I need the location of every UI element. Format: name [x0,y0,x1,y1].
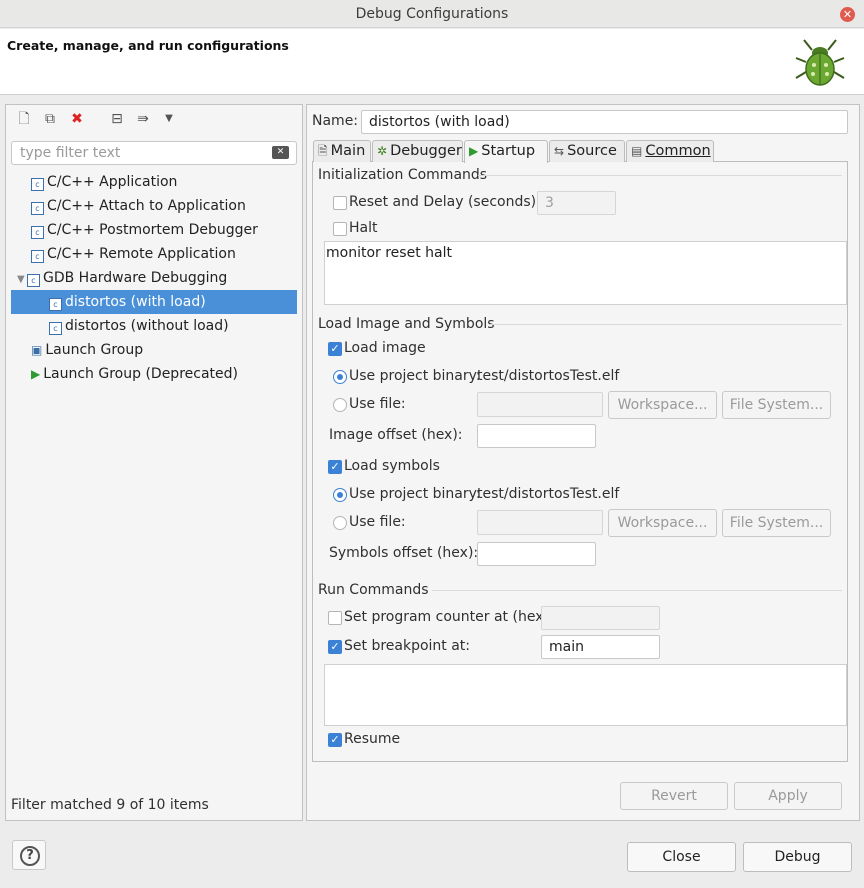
c-app-icon: c [31,250,44,263]
divider [490,324,842,325]
image-file-field[interactable] [477,392,603,417]
debugger-icon: ✲ [377,144,388,158]
resume-label: Resume [344,731,401,747]
symbols-offset-label: Symbols offset (hex): [329,545,479,561]
c-app-icon: c [27,274,40,287]
tree-item[interactable]: c C/C++ Postmortem Debugger [11,218,297,242]
load-symbols-checkbox[interactable]: ✓ [328,460,342,474]
symbols-project-binary-label: Use project binary: [349,486,481,502]
duplicate-config-icon[interactable]: ⧉ [41,110,59,128]
set-breakpoint-checkbox[interactable]: ✓ [328,640,342,654]
tree-item[interactable]: c distortos (without load) [11,314,297,338]
c-app-icon: c [31,226,44,239]
symbols-workspace-button[interactable]: Workspace... [608,509,717,537]
c-app-icon: c [31,178,44,191]
tree-item[interactable]: c C/C++ Application [11,170,297,194]
symbols-use-file-radio[interactable] [333,516,347,530]
close-window-button[interactable]: ✕ [840,7,855,22]
run-icon: ▶ [31,367,41,381]
common-icon: ▤ [631,144,643,158]
banner-message: Create, manage, and run configurations [7,38,289,53]
tree-item[interactable]: ▼ c GDB Hardware Debugging [11,266,297,290]
set-pc-field[interactable] [541,606,660,630]
image-filesystem-button[interactable]: File System... [722,391,831,419]
divider [478,175,842,176]
filter-status: Filter matched 9 of 10 items [11,797,209,813]
tab-source[interactable]: ⇆ Source [549,140,625,162]
delete-config-icon[interactable]: ✖ [68,110,86,128]
reset-delay-field[interactable]: 3 [537,191,616,215]
halt-label: Halt [349,220,378,236]
tree-item[interactable]: ▣ Launch Group [11,338,297,362]
halt-checkbox[interactable] [333,222,347,236]
symbols-offset-field[interactable] [477,542,596,566]
run-commands-textarea[interactable] [324,664,847,726]
set-pc-checkbox[interactable] [328,611,342,625]
image-project-binary-value: test/distortosTest.elf [477,368,620,384]
load-group-title: Load Image and Symbols [318,316,495,332]
help-button[interactable]: ? [12,840,46,870]
collapse-all-icon[interactable]: ⊟ [108,110,126,128]
image-project-binary-radio[interactable] [333,370,347,384]
load-image-label: Load image [344,340,426,356]
image-project-binary-label: Use project binary: [349,368,481,384]
image-offset-label: Image offset (hex): [329,427,463,443]
c-app-icon: c [31,202,44,215]
image-use-file-label: Use file: [349,396,406,412]
help-icon: ? [20,846,40,866]
revert-button[interactable]: Revert [620,782,728,810]
divider [432,590,842,591]
image-offset-field[interactable] [477,424,596,448]
c-app-icon: c [49,298,62,311]
init-commands-textarea[interactable]: monitor reset halt [324,241,847,305]
tree-item[interactable]: ▶ Launch Group (Deprecated) [11,362,297,386]
startup-icon: ▶ [469,144,479,158]
clear-filter-icon[interactable]: ✕ [272,146,289,159]
filter-icon[interactable]: ⇛ [134,110,152,128]
debug-button[interactable]: Debug [743,842,852,872]
symbols-file-field[interactable] [477,510,603,535]
symbols-project-binary-radio[interactable] [333,488,347,502]
symbols-project-binary-value: test/distortosTest.elf [477,486,620,502]
name-field[interactable]: distortos (with load) [361,110,848,134]
close-button[interactable]: Close [627,842,736,872]
expand-arrow-icon[interactable]: ▼ [17,268,27,292]
c-app-icon: c [49,322,62,335]
window-title: Debug Configurations [0,0,864,28]
load-image-checkbox[interactable]: ✓ [328,342,342,356]
image-use-file-radio[interactable] [333,398,347,412]
symbols-use-file-label: Use file: [349,514,406,530]
launch-group-icon: ▣ [31,343,43,357]
tab-debugger[interactable]: ✲ Debugger [372,140,463,162]
set-pc-label: Set program counter at (hex): [344,609,554,625]
tab-main[interactable]: 🗎 Main [313,140,371,162]
bug-icon [795,39,845,86]
run-group-title: Run Commands [318,582,429,598]
reset-label: Reset and Delay (seconds): [349,194,541,210]
apply-button[interactable]: Apply [734,782,842,810]
chevron-down-icon[interactable]: ▼ [160,110,178,128]
reset-checkbox[interactable] [333,196,347,210]
load-symbols-label: Load symbols [344,458,440,474]
symbols-filesystem-button[interactable]: File System... [722,509,831,537]
tree-item[interactable]: c C/C++ Remote Application [11,242,297,266]
tab-startup[interactable]: ▶ Startup [464,140,548,163]
image-workspace-button[interactable]: Workspace... [608,391,717,419]
new-config-icon[interactable]: 🗋 [15,110,33,128]
tree-item[interactable]: c C/C++ Attach to Application [11,194,297,218]
init-group-title: Initialization Commands [318,167,488,183]
breakpoint-field[interactable]: main [541,635,660,659]
resume-checkbox[interactable]: ✓ [328,733,342,747]
main-icon: 🗎 [318,144,328,158]
set-breakpoint-label: Set breakpoint at: [344,638,471,654]
filter-input[interactable]: type filter text [11,141,297,165]
tree-item-selected[interactable]: c distortos (with load) [11,290,297,314]
source-icon: ⇆ [554,144,565,158]
name-label: Name: [312,113,359,129]
tab-common[interactable]: ▤ Common [626,140,714,162]
